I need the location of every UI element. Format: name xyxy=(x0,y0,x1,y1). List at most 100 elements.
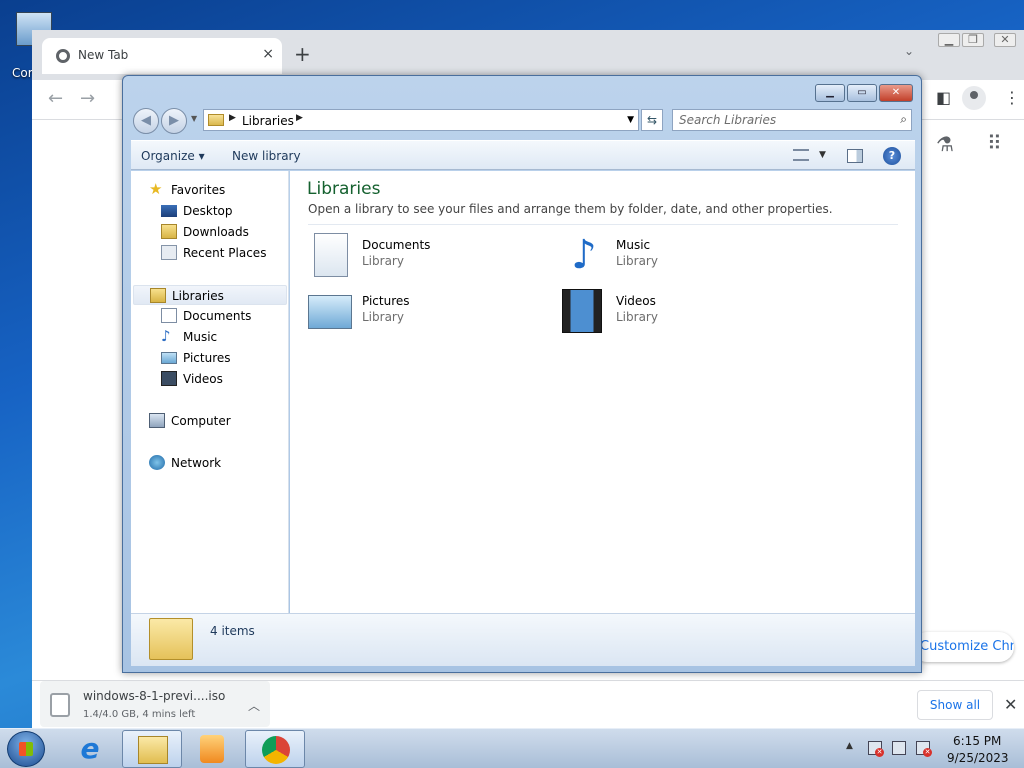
tab-close-icon[interactable]: × xyxy=(262,46,274,62)
side-panel-icon[interactable]: ◧ xyxy=(936,88,951,107)
sidebar-item-label: Network xyxy=(171,456,222,470)
clock-time[interactable]: 6:15 PM xyxy=(953,734,1001,748)
menu-dots-icon[interactable]: ⋮ xyxy=(1004,88,1020,107)
sidebar-item-libraries[interactable]: Libraries xyxy=(133,285,287,305)
chevron-up-icon[interactable]: ︿ xyxy=(248,697,260,714)
recent-pages-chevron-icon[interactable]: ▼ xyxy=(191,114,197,123)
sidebar-item-label: Documents xyxy=(183,309,252,323)
breadcrumb-separator-icon[interactable]: ▶ xyxy=(296,113,303,123)
address-dropdown-icon[interactable]: ▼ xyxy=(627,115,634,125)
sidebar-item-label: Favorites xyxy=(171,183,226,197)
sidebar-item-pictures[interactable]: Pictures xyxy=(161,348,281,368)
view-options-chevron-icon[interactable]: ▼ xyxy=(819,150,826,160)
minimize-button[interactable]: ▁ xyxy=(815,84,845,102)
libraries-folder-icon xyxy=(208,114,224,126)
library-name: Videos xyxy=(616,294,656,308)
organize-button[interactable]: Organize ▾ xyxy=(141,149,205,163)
maximize-button[interactable]: ▭ xyxy=(847,84,877,102)
sidebar-item-label: Downloads xyxy=(183,225,249,239)
sidebar-item-music[interactable]: ♪ Music xyxy=(161,327,281,347)
recent-places-icon xyxy=(161,245,177,260)
sidebar-item-network[interactable]: Network xyxy=(149,453,279,473)
sidebar-item-documents[interactable]: Documents xyxy=(161,306,281,326)
forward-arrow-icon[interactable]: → xyxy=(80,88,95,109)
sidebar-item-downloads[interactable]: Downloads xyxy=(161,222,281,242)
chrome-maximize-button[interactable]: ❐ xyxy=(962,33,984,47)
preview-pane-icon[interactable] xyxy=(847,149,863,163)
library-type: Library xyxy=(362,310,404,324)
new-library-button[interactable]: New library xyxy=(232,149,301,163)
change-view-icon[interactable] xyxy=(793,149,809,161)
sidebar-item-label: Pictures xyxy=(183,351,231,365)
divider xyxy=(308,224,898,225)
chrome-minimize-button[interactable]: ▁ xyxy=(938,33,960,47)
labs-flask-icon[interactable]: ⚗ xyxy=(936,132,954,156)
clock-date[interactable]: 9/25/2023 xyxy=(947,751,1009,765)
download-item[interactable]: windows-8-1-previ....iso 1.4/4.0 GB, 4 m… xyxy=(40,681,270,727)
sidebar-item-label: Music xyxy=(183,330,218,344)
navigation-pane: ★ Favorites Desktop Downloads Recent Pla… xyxy=(131,171,289,613)
search-icon[interactable]: ⌕ xyxy=(900,112,907,127)
search-input[interactable] xyxy=(679,112,889,128)
desktop-icon-label: Cor xyxy=(12,66,33,80)
taskbar-media-player[interactable] xyxy=(182,730,242,768)
command-bar: Organize ▾ New library ▼ ? xyxy=(131,140,915,170)
music-library-icon: ♪ xyxy=(571,232,597,278)
forward-button[interactable]: ▶ xyxy=(161,108,187,134)
network-tray-icon[interactable] xyxy=(892,741,906,755)
back-button[interactable]: ◀ xyxy=(133,108,159,134)
tab-search-chevron-icon[interactable]: ⌄ xyxy=(904,44,914,58)
breadcrumb-libraries[interactable]: Libraries xyxy=(242,114,294,128)
page-subtitle: Open a library to see your files and arr… xyxy=(308,202,833,216)
tab-title: New Tab xyxy=(78,48,129,62)
chrome-icon xyxy=(262,736,290,764)
library-name: Music xyxy=(616,238,651,252)
taskbar-windows-explorer[interactable] xyxy=(122,730,182,768)
taskbar-chrome[interactable] xyxy=(245,730,305,768)
download-status: 1.4/4.0 GB, 4 mins left xyxy=(83,709,196,720)
download-file-name: windows-8-1-previ....iso xyxy=(83,689,226,703)
show-all-button[interactable]: Show all xyxy=(917,690,993,720)
close-button[interactable]: ✕ xyxy=(879,84,913,102)
back-arrow-icon[interactable]: ← xyxy=(48,88,63,109)
taskbar: e ▲ ✕ ✕ 6:15 PM 9/25/2023 xyxy=(0,728,1024,768)
content-pane: Libraries Open a library to see your fil… xyxy=(290,171,915,613)
library-item-pictures[interactable]: Pictures Library xyxy=(308,285,548,337)
music-note-icon: ♪ xyxy=(161,327,171,345)
start-button[interactable] xyxy=(7,731,45,767)
library-item-music[interactable]: ♪ Music Library xyxy=(562,229,802,281)
tab-new-tab[interactable]: New Tab × xyxy=(42,38,282,74)
chrome-close-button[interactable]: ✕ xyxy=(994,33,1016,47)
search-box: ⌕ xyxy=(672,109,912,131)
sidebar-item-recent-places[interactable]: Recent Places xyxy=(161,243,281,263)
sidebar-item-desktop[interactable]: Desktop xyxy=(161,201,281,221)
refresh-button[interactable]: ⇆ xyxy=(641,109,663,131)
sidebar-item-favorites[interactable]: ★ Favorites xyxy=(149,180,279,200)
network-icon xyxy=(149,455,165,470)
pictures-icon xyxy=(161,352,177,364)
sidebar-item-label: Libraries xyxy=(172,289,224,303)
address-bar[interactable]: ▶ Libraries ▶ ▼ xyxy=(203,109,639,131)
pictures-library-icon xyxy=(308,295,352,329)
volume-muted-icon[interactable]: ✕ xyxy=(916,741,932,757)
taskbar-internet-explorer[interactable]: e xyxy=(60,730,120,768)
apps-grid-icon[interactable]: ⠿ xyxy=(987,131,1002,155)
library-name: Documents xyxy=(362,238,431,252)
chrome-tab-icon xyxy=(56,49,70,63)
customize-chrome-button[interactable]: Customize Chrome xyxy=(912,632,1014,662)
action-center-icon[interactable]: ✕ xyxy=(868,741,884,757)
close-icon[interactable]: ✕ xyxy=(1004,695,1017,714)
help-icon[interactable]: ? xyxy=(883,147,901,165)
show-hidden-icons-icon[interactable]: ▲ xyxy=(846,741,853,751)
sidebar-item-videos[interactable]: Videos xyxy=(161,369,281,389)
breadcrumb-separator-icon[interactable]: ▶ xyxy=(229,113,236,123)
documents-icon xyxy=(161,308,177,323)
sidebar-item-computer[interactable]: Computer xyxy=(149,411,279,431)
organize-label: Organize xyxy=(141,149,195,163)
library-item-videos[interactable]: Videos Library xyxy=(562,285,802,337)
sidebar-item-label: Videos xyxy=(183,372,223,386)
library-item-documents[interactable]: Documents Library xyxy=(308,229,548,281)
internet-explorer-icon: e xyxy=(80,732,100,765)
profile-avatar-icon[interactable] xyxy=(962,86,986,110)
new-tab-button[interactable]: + xyxy=(294,42,311,66)
